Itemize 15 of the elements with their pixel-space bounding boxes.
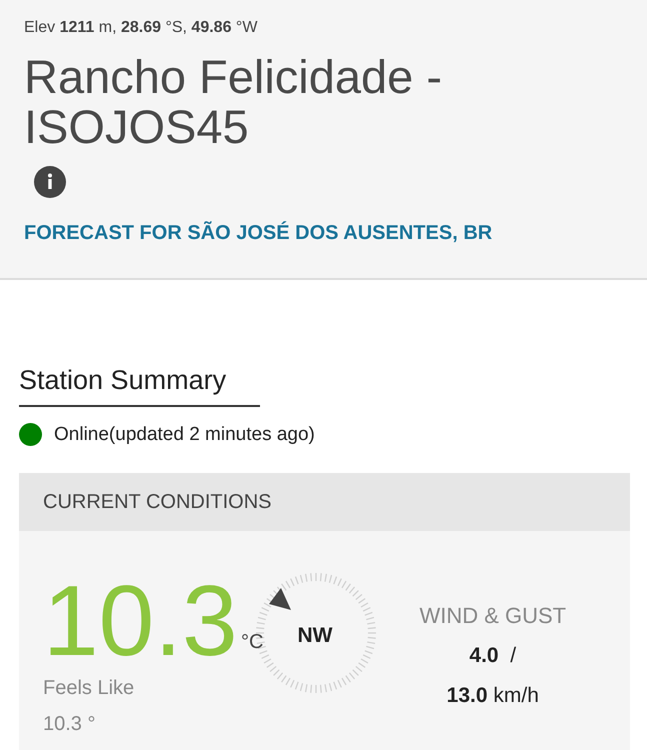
feels-like-value: 10.3 ° (43, 712, 96, 737)
status-text: Online(updated 2 minutes ago) (54, 422, 315, 446)
wind-speed: 4.0 / (469, 643, 516, 669)
temperature-unit: °C (241, 630, 264, 655)
card-title: CURRENT CONDITIONS (43, 490, 272, 515)
feels-like-label: Feels Like (43, 676, 136, 701)
info-icon[interactable] (34, 166, 66, 198)
wind-direction: NW (297, 623, 332, 649)
forecast-link[interactable]: FORECAST FOR SÃO JOSÉ DOS AUSENTES, BR (24, 218, 623, 248)
station-title: Rancho Felicidade - ISOJOS45 (24, 52, 443, 152)
location-line: Elev 1211 m, 28.69 °S, 49.86 °W (24, 18, 258, 38)
section-heading: Station Summary (19, 360, 260, 406)
wind-label: WIND & GUST (419, 602, 566, 630)
gust-speed: 13.0 km/h (446, 682, 539, 708)
temperature-value: 10.3 (43, 571, 239, 671)
